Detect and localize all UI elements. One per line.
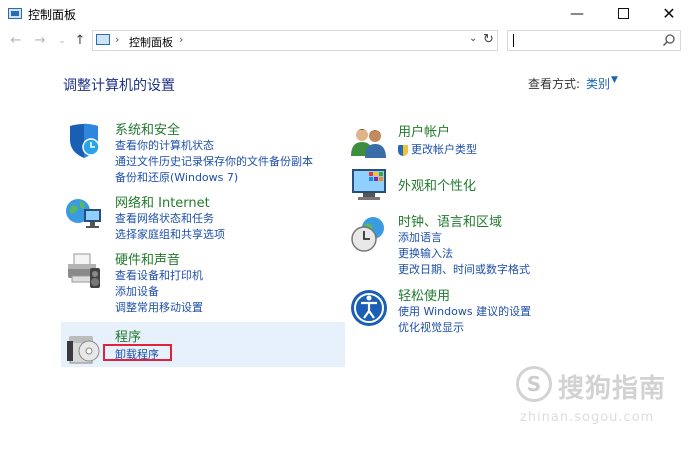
close-button[interactable]: ✕ (646, 0, 692, 28)
link-change-date-time-format[interactable]: 更改日期、时间或数字格式 (398, 261, 530, 277)
link-devices-printers[interactable]: 查看设备和打印机 (115, 267, 203, 283)
forward-button[interactable]: → (32, 32, 48, 50)
link-view-network-status[interactable]: 查看网络状态和任务 (115, 210, 214, 226)
globe-network-icon (66, 199, 101, 228)
link-mobility-settings[interactable]: 调整常用移动设置 (115, 299, 203, 315)
link-optimize-visual-display[interactable]: 优化视觉显示 (398, 319, 464, 335)
back-button[interactable]: ← (8, 32, 24, 50)
up-button[interactable]: ↑ (72, 32, 88, 50)
category-user-accounts-title[interactable]: 用户帐户 (398, 121, 450, 140)
annotation-highlight-box (103, 344, 172, 361)
search-input[interactable] (507, 30, 681, 51)
watermark: S 搜狗指南 zhinan.sogou.com (516, 366, 686, 434)
programs-box-icon (67, 336, 100, 364)
link-change-account-type[interactable]: 更改帐户类型 (398, 141, 477, 157)
category-system-security-title[interactable]: 系统和安全 (115, 119, 180, 138)
category-programs-title[interactable]: 程序 (115, 326, 141, 345)
link-add-language[interactable]: 添加语言 (398, 229, 442, 245)
minimize-button[interactable]: — (554, 0, 600, 28)
maximize-icon (617, 7, 629, 19)
category-network-internet-title[interactable]: 网络和 Internet (115, 192, 210, 211)
category-clock-region-title[interactable]: 时钟、语言和区域 (398, 211, 502, 230)
view-by-label: 查看方式: (528, 77, 581, 91)
window-title: 控制面板 (28, 8, 77, 22)
link-view-computer-status[interactable]: 查看你的计算机状态 (115, 137, 214, 153)
clock-globe-icon (351, 217, 384, 252)
control-panel-icon (96, 34, 110, 45)
maximize-button[interactable] (600, 0, 646, 28)
link-file-history-backup[interactable]: 通过文件历史记录保存你的文件备份副本 (115, 153, 313, 169)
navigation-bar: ← → ⌄ ↑ › 控制面板 › ⌄ ↻ (0, 28, 692, 54)
breadcrumb-control-panel[interactable]: 控制面板 (129, 34, 173, 50)
control-panel-icon (8, 8, 22, 19)
breadcrumb-separator: › (115, 33, 120, 46)
recent-locations-button[interactable]: ⌄ (56, 32, 68, 50)
view-by-dropdown[interactable]: 类别 (586, 75, 610, 92)
text-cursor (513, 34, 514, 47)
printer-icon (68, 253, 100, 288)
link-change-account-type-label[interactable]: 更改帐户类型 (411, 143, 477, 156)
link-windows-recommended-settings[interactable]: 使用 Windows 建议的设置 (398, 303, 531, 319)
category-appearance-title[interactable]: 外观和个性化 (398, 175, 476, 194)
breadcrumb-separator[interactable]: › (179, 33, 183, 46)
ease-of-access-icon (351, 290, 387, 326)
watermark-logo: S (516, 366, 552, 402)
link-backup-restore-win7[interactable]: 备份和还原(Windows 7) (115, 169, 238, 185)
category-ease-of-access-title[interactable]: 轻松使用 (398, 285, 450, 304)
chevron-down-icon[interactable]: ▼ (611, 75, 618, 85)
category-hardware-sound-title[interactable]: 硬件和声音 (115, 249, 180, 268)
page-title: 调整计算机的设置 (63, 78, 175, 94)
address-bar[interactable]: › 控制面板 › ⌄ ↻ (92, 30, 498, 51)
uac-shield-icon (398, 144, 408, 156)
monitor-palette-icon (352, 169, 386, 200)
title-bar: 控制面板 — ✕ (0, 0, 692, 28)
search-icon[interactable] (662, 33, 676, 47)
link-add-device[interactable]: 添加设备 (115, 283, 159, 299)
watermark-url: zhinan.sogou.com (520, 410, 655, 425)
refresh-button[interactable]: ↻ (483, 32, 497, 47)
link-homegroup-sharing[interactable]: 选择家庭组和共享选项 (115, 226, 225, 242)
shield-icon (70, 123, 100, 158)
link-change-input-method[interactable]: 更换输入法 (398, 245, 453, 261)
address-dropdown-button[interactable]: ⌄ (469, 33, 481, 44)
watermark-text: 搜狗指南 (558, 374, 667, 404)
users-icon (351, 129, 386, 158)
